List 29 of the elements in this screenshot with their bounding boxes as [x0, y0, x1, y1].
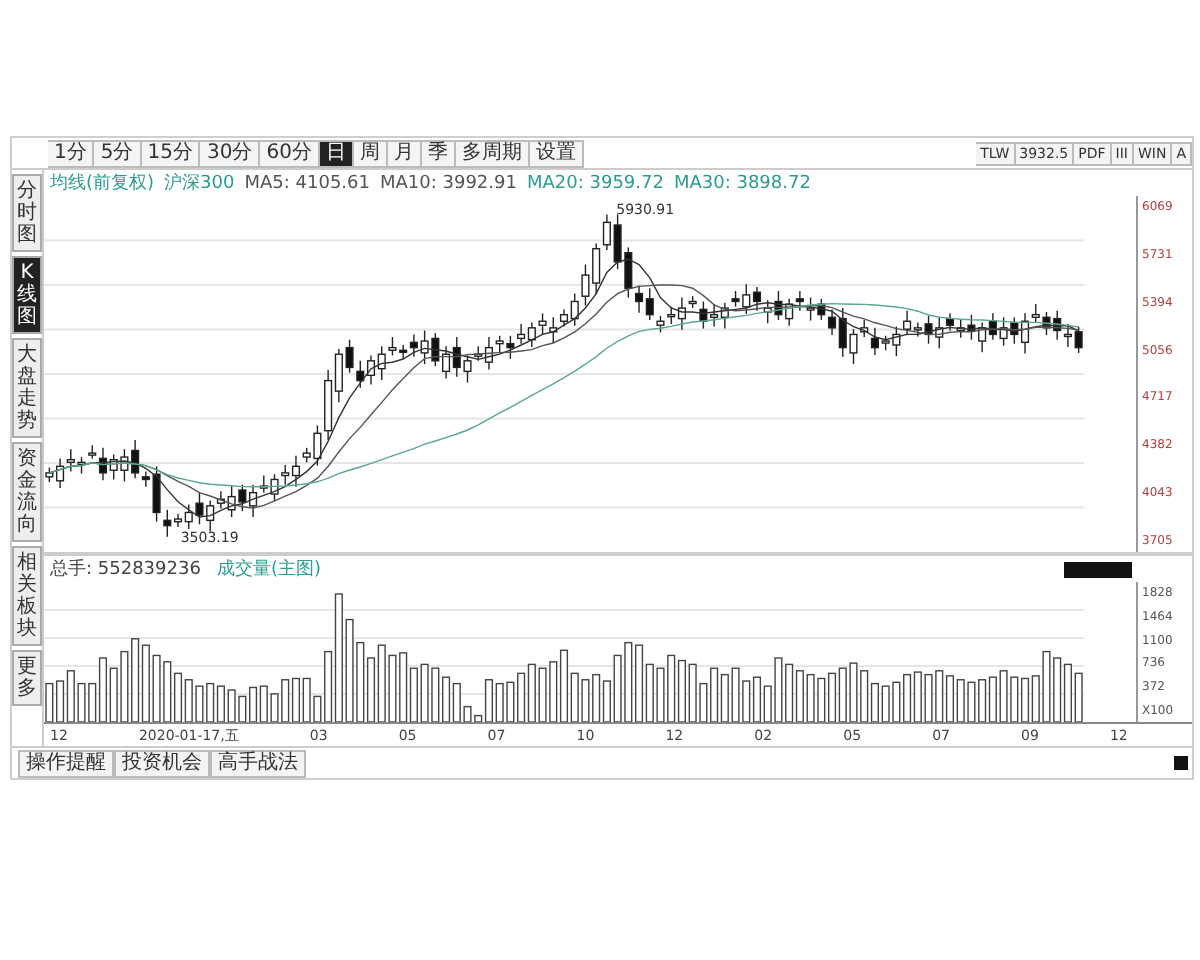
- indicator-selector[interactable]: [1064, 561, 1132, 577]
- side-tab[interactable]: K线图: [12, 256, 42, 334]
- period-tab[interactable]: 多周期: [455, 139, 530, 167]
- indicator-value: MA10: 3992.91: [379, 173, 517, 193]
- side-tab[interactable]: 相关板块: [12, 546, 42, 646]
- period-tab[interactable]: 1分: [48, 139, 95, 167]
- bottom-tab[interactable]: 投资机会: [114, 749, 210, 777]
- side-tab[interactable]: 更多: [12, 650, 42, 706]
- indicator-value: MA5: 4105.61: [244, 173, 370, 193]
- bottom-tab[interactable]: 高手战法: [210, 749, 306, 777]
- side-tab[interactable]: 大盘走势: [12, 338, 42, 438]
- period-tab[interactable]: 日: [319, 139, 354, 167]
- period-tab[interactable]: 周: [353, 139, 388, 167]
- side-tab[interactable]: 资金流向: [12, 442, 42, 542]
- volume-title: 成交量(主图): [216, 557, 321, 582]
- bottom-tab[interactable]: 操作提醒: [18, 749, 114, 777]
- period-tab[interactable]: 季: [421, 139, 456, 167]
- period-tab[interactable]: 月: [387, 139, 422, 167]
- indicator-value: 沪深300: [164, 171, 235, 196]
- period-tab[interactable]: 15分: [141, 139, 201, 167]
- indicator-value: MA30: 3898.72: [673, 173, 811, 193]
- period-tab[interactable]: 30分: [200, 139, 261, 167]
- period-tab[interactable]: 60分: [260, 139, 320, 167]
- volume-total: 总手: 552839236: [50, 557, 201, 582]
- indicator-value: 均线(前复权): [50, 171, 155, 196]
- indicator-value: MA20: 3959.72: [526, 173, 664, 193]
- period-tab[interactable]: 设置: [529, 139, 584, 167]
- period-tab[interactable]: 5分: [94, 139, 142, 167]
- side-tab[interactable]: 分时图: [12, 174, 42, 252]
